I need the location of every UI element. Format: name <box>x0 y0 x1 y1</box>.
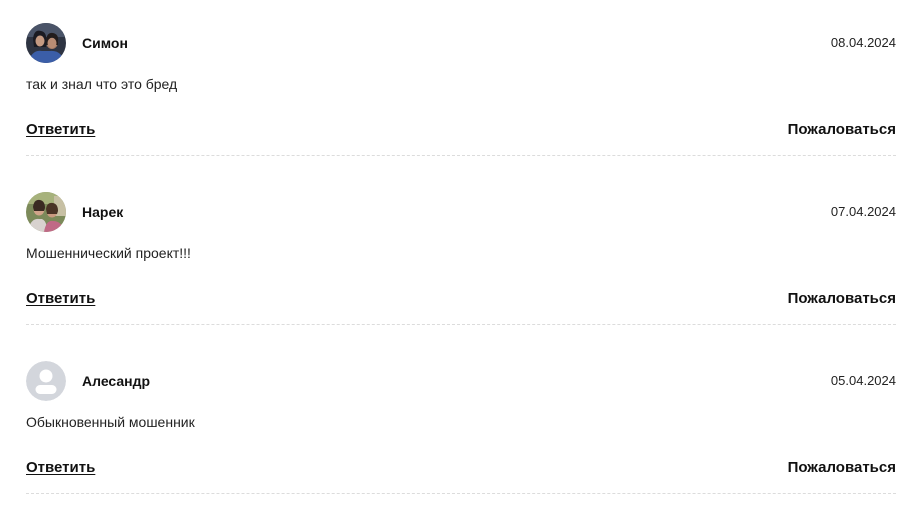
report-link[interactable]: Пожаловаться <box>788 121 896 139</box>
divider <box>26 493 896 494</box>
comment-date: 07.04.2024 <box>830 204 896 219</box>
divider <box>26 324 896 325</box>
default-user-icon <box>26 361 66 401</box>
comments-list: Симон 08.04.2024 так и знал что это бред… <box>0 0 922 521</box>
avatar <box>26 23 66 63</box>
author-name: Симон <box>82 35 128 51</box>
comment-item: Алесандр 05.04.2024 Обыкновенный мошенни… <box>26 361 896 501</box>
comment-date: 05.04.2024 <box>830 373 896 388</box>
reply-link[interactable]: Ответить <box>26 121 95 139</box>
divider <box>26 155 896 156</box>
comment-header: Алесандр 05.04.2024 <box>26 361 896 401</box>
author-name: Нарек <box>82 204 124 220</box>
reply-link[interactable]: Ответить <box>26 290 95 308</box>
comment-header: Нарек 07.04.2024 <box>26 192 896 232</box>
comment-item: Симон 08.04.2024 так и знал что это бред… <box>26 23 896 163</box>
comment-header: Симон 08.04.2024 <box>26 23 896 63</box>
comment-text: Обыкновенный мошенник <box>26 414 195 430</box>
avatar <box>26 192 66 232</box>
comment-date: 08.04.2024 <box>830 35 896 50</box>
user-photo-icon <box>26 192 66 232</box>
user-photo-icon <box>26 23 66 63</box>
author-name: Алесандр <box>82 373 151 389</box>
report-link[interactable]: Пожаловаться <box>788 290 896 308</box>
comment-item: Нарек 07.04.2024 Мошеннический проект!!!… <box>26 192 896 332</box>
comment-text: Мошеннический проект!!! <box>26 245 191 261</box>
comment-text: так и знал что это бред <box>26 76 178 92</box>
avatar <box>26 361 66 401</box>
report-link[interactable]: Пожаловаться <box>788 459 896 477</box>
reply-link[interactable]: Ответить <box>26 459 95 477</box>
